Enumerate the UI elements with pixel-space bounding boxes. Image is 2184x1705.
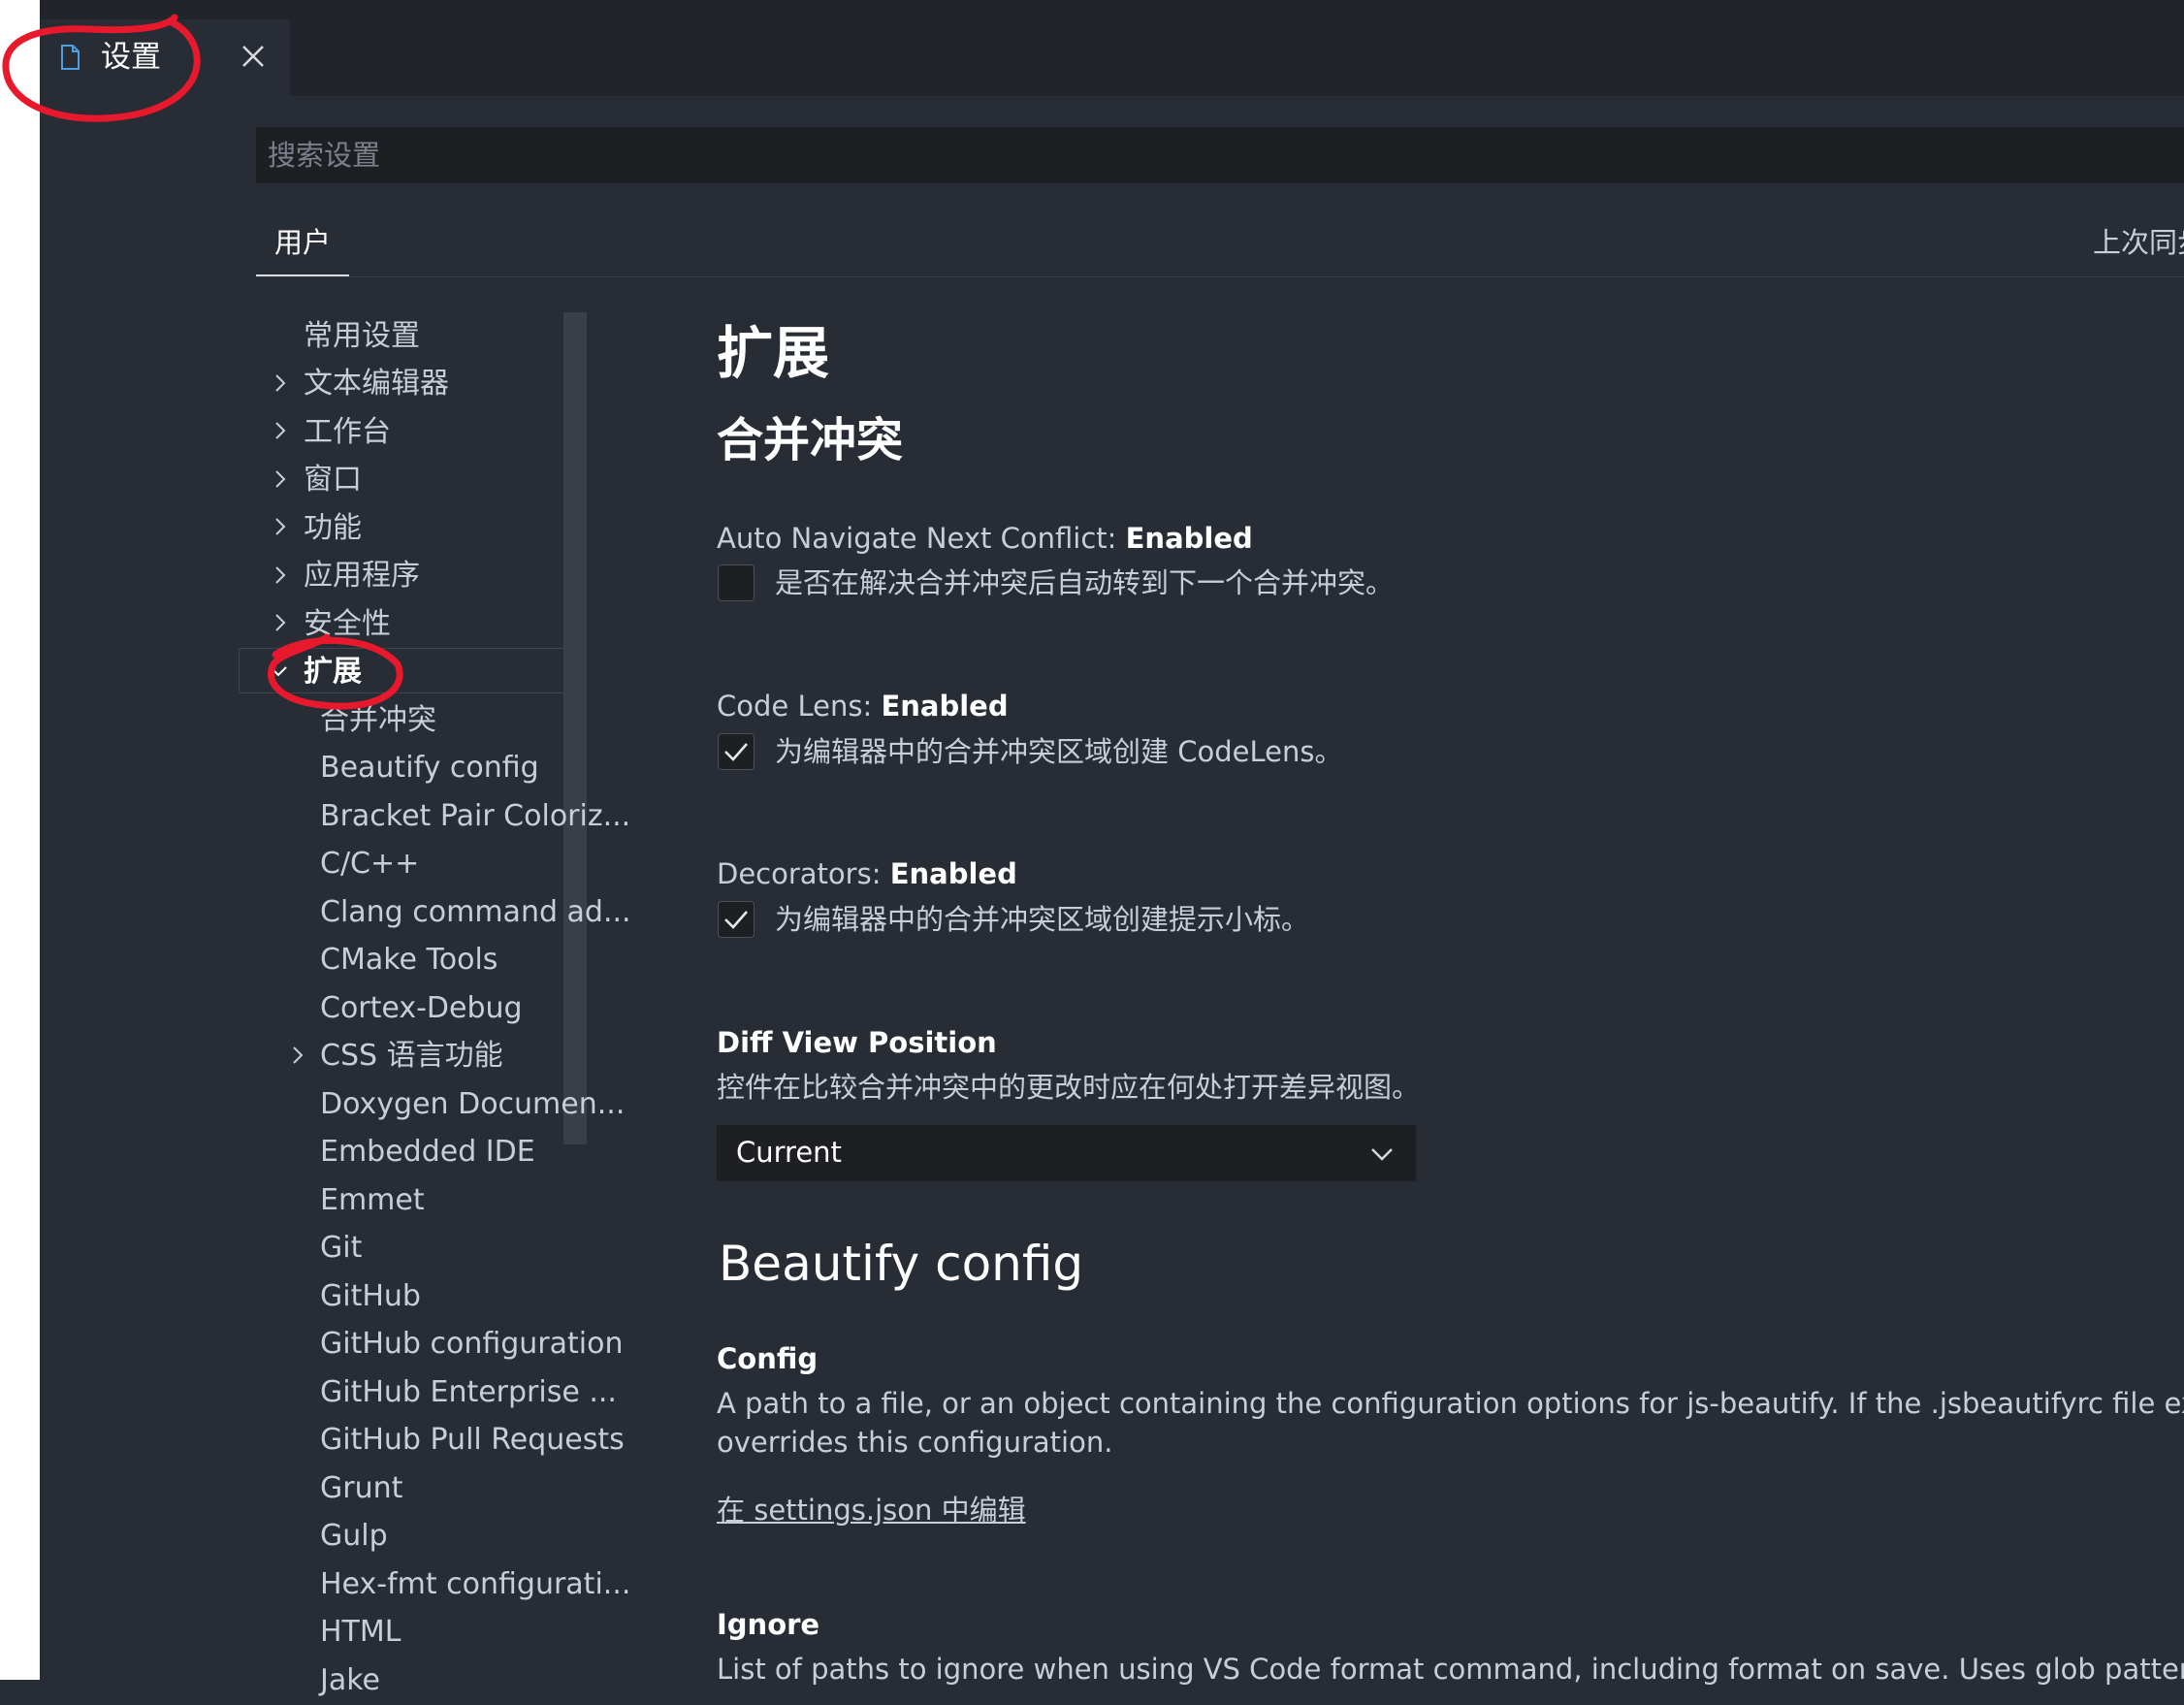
scope-divider xyxy=(256,276,2184,277)
toc-item-clang[interactable]: Clang command ad... xyxy=(320,888,631,937)
toc-item-git[interactable]: Git xyxy=(320,1224,362,1272)
checkmark-icon xyxy=(724,911,748,929)
edit-in-settings-json-link[interactable]: 在 settings.json 中编辑 xyxy=(717,1491,1026,1529)
subsection-title: 合并冲突 xyxy=(717,413,904,467)
toc-item-workbench[interactable]: 工作台 xyxy=(304,408,391,457)
decorators-checkbox[interactable] xyxy=(718,901,755,938)
toc-item-grunt[interactable]: Grunt xyxy=(320,1464,402,1513)
toc-item-embedded-ide[interactable]: Embedded IDE xyxy=(320,1128,535,1176)
editor-tab-bar: 设置 xyxy=(40,19,2184,96)
setting-decorators-title: Decorators: Enabled xyxy=(717,857,1017,890)
setting-config-description-line2: overrides this configuration. xyxy=(717,1426,1113,1459)
auto-navigate-checkbox[interactable] xyxy=(718,564,755,601)
toc-item-gulp[interactable]: Gulp xyxy=(320,1512,388,1560)
setting-ignore-description: List of paths to ignore when using VS Co… xyxy=(717,1653,2184,1686)
toc-item-bracket-pair[interactable]: Bracket Pair Coloriz... xyxy=(320,792,630,841)
chevron-right-icon xyxy=(275,470,286,488)
search-settings-input[interactable] xyxy=(256,127,2184,183)
toc-item-css[interactable]: CSS 语言功能 xyxy=(320,1032,503,1080)
file-icon xyxy=(61,45,80,70)
code-lens-checkbox[interactable] xyxy=(718,733,755,770)
toc-item-merge-conflict[interactable]: 合并冲突 xyxy=(320,696,436,745)
toc-item-hex-fmt[interactable]: Hex-fmt configurati... xyxy=(320,1560,630,1609)
select-value: Current xyxy=(736,1136,842,1169)
toc-item-html[interactable]: HTML xyxy=(320,1608,401,1657)
window-top-strip xyxy=(40,0,2184,19)
toc-item-cpp[interactable]: C/C++ xyxy=(320,840,419,888)
left-margin xyxy=(0,0,40,1680)
chevron-down-icon xyxy=(270,666,287,677)
toc-item-github-pull-requests[interactable]: GitHub Pull Requests xyxy=(320,1416,625,1464)
toc-item-github-enterprise[interactable]: GitHub Enterprise ... xyxy=(320,1368,617,1417)
toc-item-github[interactable]: GitHub xyxy=(320,1272,421,1321)
toc-item-features[interactable]: 功能 xyxy=(304,504,362,553)
toc-item-beautify[interactable]: Beautify config xyxy=(320,744,539,792)
chevron-right-icon xyxy=(275,614,286,631)
chevron-right-icon xyxy=(275,374,286,392)
toc-item-text-editor[interactable]: 文本编辑器 xyxy=(304,360,449,408)
toc-item-jake[interactable]: Jake xyxy=(320,1657,380,1705)
toc-item-doxygen[interactable]: Doxygen Documen... xyxy=(320,1080,625,1129)
setting-ignore-title: Ignore xyxy=(717,1608,820,1641)
close-icon[interactable] xyxy=(234,37,273,76)
toc-item-emmet[interactable]: Emmet xyxy=(320,1176,425,1225)
setting-config-description-line1: A path to a file, or an object containin… xyxy=(717,1387,2184,1420)
toc-item-window[interactable]: 窗口 xyxy=(304,456,362,504)
settings-tab[interactable]: 设置 xyxy=(40,19,290,96)
toc-selection-outline xyxy=(239,648,586,693)
chevron-down-icon xyxy=(1371,1148,1393,1161)
setting-diff-view-description: 控件在比较合并冲突中的更改时应在何处打开差异视图。 xyxy=(717,1071,1421,1104)
setting-auto-navigate-description: 是否在解决合并冲突后自动转到下一个合并冲突。 xyxy=(775,566,1395,599)
toc-item-github-configuration[interactable]: GitHub configuration xyxy=(320,1320,624,1368)
setting-diff-view-title: Diff View Position xyxy=(717,1026,997,1059)
section-title: 扩展 xyxy=(717,320,830,386)
beautify-section-title: Beautify config xyxy=(719,1236,1084,1292)
toc-scrollbar[interactable] xyxy=(563,312,587,1144)
setting-decorators-description: 为编辑器中的合并冲突区域创建提示小标。 xyxy=(775,903,1310,936)
setting-config-title: Config xyxy=(717,1342,819,1375)
toc-item-extensions[interactable]: 扩展 xyxy=(304,648,362,696)
toc-item-cortex-debug[interactable]: Cortex-Debug xyxy=(320,984,523,1033)
sync-status: 上次同步 xyxy=(2093,226,2184,259)
chevron-right-icon xyxy=(275,566,286,584)
setting-code-lens-description: 为编辑器中的合并冲突区域创建 CodeLens。 xyxy=(775,735,1343,768)
toc-item-cmake[interactable]: CMake Tools xyxy=(320,936,498,984)
tab-user[interactable]: 用户 xyxy=(256,219,349,277)
toc-item-security[interactable]: 安全性 xyxy=(304,600,391,649)
toc-item-common[interactable]: 常用设置 xyxy=(304,312,420,361)
chevron-right-icon xyxy=(275,518,286,535)
checkmark-icon xyxy=(724,743,748,761)
chevron-right-icon xyxy=(293,1046,304,1064)
setting-auto-navigate-title: Auto Navigate Next Conflict: Enabled xyxy=(717,522,1253,555)
setting-code-lens-title: Code Lens: Enabled xyxy=(717,690,1009,723)
diff-view-position-select[interactable]: Current xyxy=(717,1125,1416,1181)
chevron-right-icon xyxy=(275,422,286,439)
toc-item-application[interactable]: 应用程序 xyxy=(304,552,420,600)
tab-title: 设置 xyxy=(101,40,161,75)
